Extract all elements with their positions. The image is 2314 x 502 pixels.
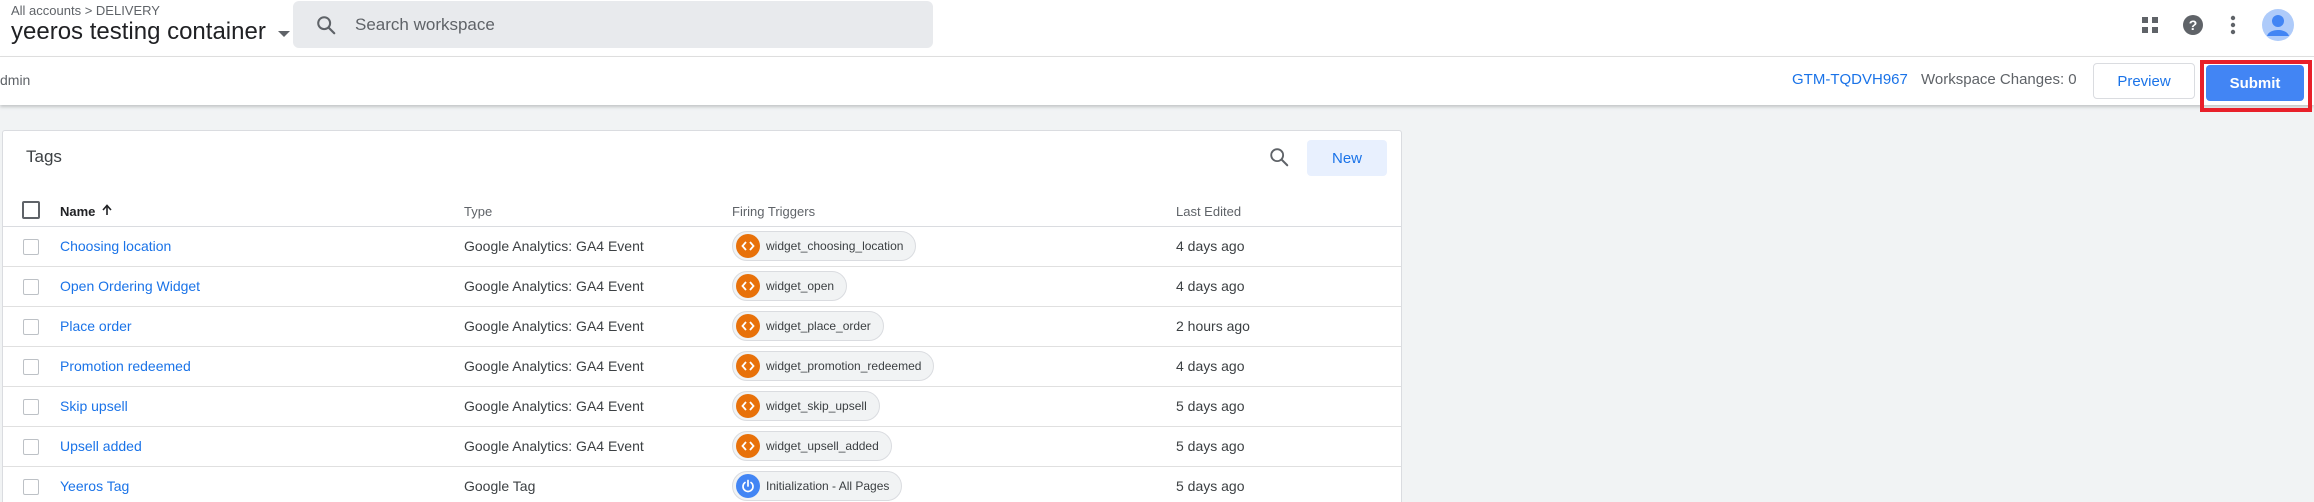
tag-type: Google Analytics: GA4 Event — [464, 398, 644, 414]
arrow-up-icon — [101, 204, 113, 219]
search-icon — [315, 14, 337, 41]
tag-name-link[interactable]: Choosing location — [60, 238, 171, 254]
trigger-chip[interactable]: widget_open — [732, 271, 848, 301]
preview-button[interactable]: Preview — [2093, 63, 2195, 99]
table-row[interactable]: Yeeros Tag Google Tag Initialization - All… — [3, 467, 1401, 502]
last-edited: 2 hours ago — [1176, 318, 1250, 334]
search-input[interactable] — [355, 1, 915, 48]
row-checkbox[interactable] — [23, 359, 39, 375]
nav-tab-admin[interactable]: dmin — [0, 72, 30, 88]
column-header-triggers[interactable]: Firing Triggers — [732, 204, 815, 219]
last-edited: 5 days ago — [1176, 398, 1245, 414]
tag-type: Google Analytics: GA4 Event — [464, 238, 644, 254]
custom-event-icon — [736, 434, 760, 458]
trigger-label: widget_place_order — [766, 319, 871, 333]
breadcrumb[interactable]: All accounts > DELIVERY — [11, 3, 160, 18]
new-tag-button[interactable]: New — [1307, 140, 1387, 176]
tag-name-link[interactable]: Skip upsell — [60, 398, 128, 414]
custom-event-icon — [736, 274, 760, 298]
container-selector[interactable]: yeeros testing container — [11, 18, 290, 46]
trigger-label: widget_open — [766, 279, 835, 293]
tag-type: Google Tag — [464, 478, 536, 494]
trigger-chip[interactable]: widget_promotion_redeemed — [732, 351, 935, 381]
row-checkbox[interactable] — [23, 319, 39, 335]
table-header: Name Type Firing Triggers Last Edited — [3, 193, 1401, 227]
table-row[interactable]: Place order Google Analytics: GA4 Event wi… — [3, 307, 1401, 347]
custom-event-icon — [736, 354, 760, 378]
tag-type: Google Analytics: GA4 Event — [464, 438, 644, 454]
custom-event-icon — [736, 314, 760, 338]
last-edited: 4 days ago — [1176, 278, 1245, 294]
last-edited: 4 days ago — [1176, 238, 1245, 254]
trigger-label: Initialization - All Pages — [766, 479, 890, 493]
last-edited: 5 days ago — [1176, 438, 1245, 454]
submit-button[interactable]: Submit — [2206, 65, 2304, 101]
table-row[interactable]: Upsell added Google Analytics: GA4 Event w… — [3, 427, 1401, 467]
top-header: All accounts > DELIVERY yeeros testing c… — [0, 0, 2314, 57]
column-header-last-edited[interactable]: Last Edited — [1176, 204, 1241, 219]
tag-name-link[interactable]: Promotion redeemed — [60, 358, 191, 374]
row-checkbox[interactable] — [23, 399, 39, 415]
card-title: Tags — [26, 147, 62, 166]
table-row[interactable]: Open Ordering Widget Google Analytics: GA… — [3, 267, 1401, 307]
trigger-label: widget_upsell_added — [766, 439, 879, 453]
row-checkbox[interactable] — [23, 479, 39, 495]
power-icon — [736, 474, 760, 498]
workspace-changes: Workspace Changes: 0 — [1921, 71, 2077, 88]
svg-text:?: ? — [2189, 17, 2198, 33]
trigger-chip[interactable]: widget_skip_upsell — [732, 391, 880, 421]
column-header-name[interactable]: Name — [60, 204, 113, 219]
workspace-bar: dmin GTM-TQDVH967 Workspace Changes: 0 P… — [0, 57, 2314, 112]
row-checkbox[interactable] — [23, 239, 39, 255]
row-checkbox[interactable] — [23, 439, 39, 455]
tag-name-link[interactable]: Place order — [60, 318, 132, 334]
chevron-down-icon — [277, 31, 290, 37]
tag-type: Google Analytics: GA4 Event — [464, 318, 644, 334]
column-header-type[interactable]: Type — [464, 204, 492, 219]
trigger-chip[interactable]: widget_place_order — [732, 311, 884, 341]
tag-type: Google Analytics: GA4 Event — [464, 278, 644, 294]
table-row[interactable]: Promotion redeemed Google Analytics: GA4 … — [3, 347, 1401, 387]
custom-event-icon — [736, 234, 760, 258]
custom-event-icon — [736, 394, 760, 418]
trigger-label: widget_skip_upsell — [766, 399, 867, 413]
trigger-chip[interactable]: Initialization - All Pages — [732, 471, 903, 501]
last-edited: 5 days ago — [1176, 478, 1245, 494]
help-icon[interactable]: ? — [2181, 13, 2205, 37]
table-row[interactable]: Choosing location Google Analytics: GA4 E… — [3, 227, 1401, 267]
trigger-label: widget_promotion_redeemed — [766, 359, 922, 373]
search-bar[interactable] — [293, 1, 933, 48]
tag-name-link[interactable]: Upsell added — [60, 438, 142, 454]
tag-type: Google Analytics: GA4 Event — [464, 358, 644, 374]
tags-card: Tags New Name Type Firing Triggers Last … — [2, 130, 1402, 502]
trigger-chip[interactable]: widget_choosing_location — [732, 231, 917, 261]
tag-name-link[interactable]: Open Ordering Widget — [60, 278, 200, 294]
more-vert-icon[interactable] — [2221, 13, 2245, 37]
trigger-label: widget_choosing_location — [766, 239, 904, 253]
table-row[interactable]: Skip upsell Google Analytics: GA4 Event wi… — [3, 387, 1401, 427]
apps-grid-icon[interactable] — [2138, 13, 2162, 37]
trigger-chip[interactable]: widget_upsell_added — [732, 431, 892, 461]
search-icon[interactable] — [1268, 146, 1292, 170]
container-name: yeeros testing container — [11, 18, 266, 45]
container-id-link[interactable]: GTM-TQDVH967 — [1792, 71, 1908, 88]
last-edited: 4 days ago — [1176, 358, 1245, 374]
select-all-checkbox[interactable] — [22, 201, 40, 219]
row-checkbox[interactable] — [23, 279, 39, 295]
account-avatar-icon[interactable] — [2261, 8, 2295, 42]
tag-name-link[interactable]: Yeeros Tag — [60, 478, 129, 494]
